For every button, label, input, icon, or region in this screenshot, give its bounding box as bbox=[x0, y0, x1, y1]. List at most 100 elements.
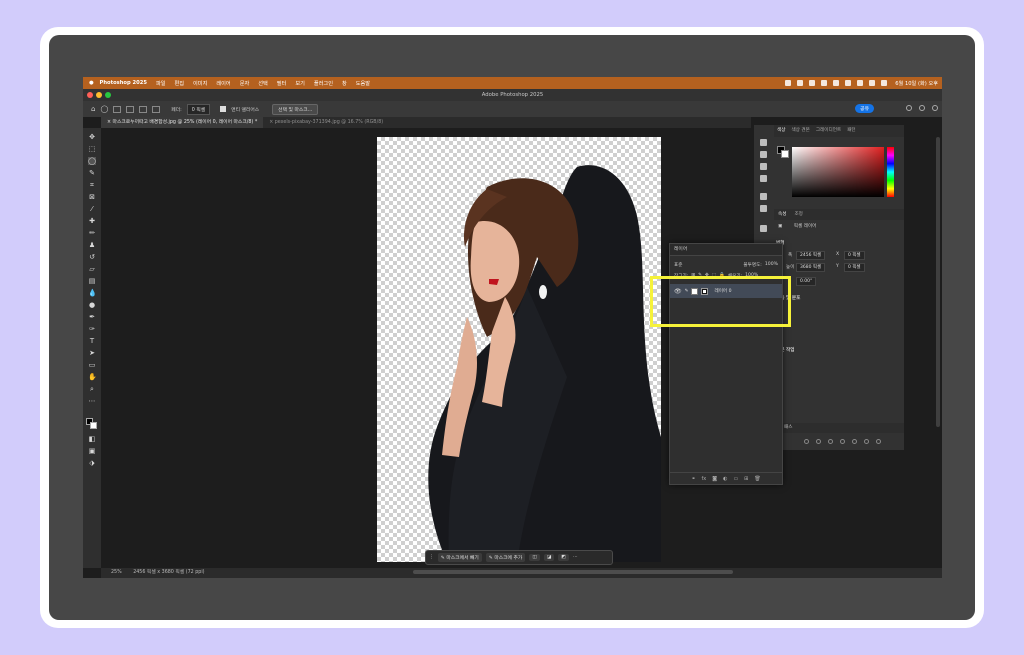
status-icon[interactable] bbox=[797, 80, 804, 86]
history-brush-tool-icon[interactable]: ↺ bbox=[88, 253, 96, 261]
fx-icon[interactable]: fx bbox=[701, 476, 706, 482]
feather-input[interactable]: 0 픽셀 bbox=[186, 103, 211, 115]
object-select-tool-icon[interactable]: ✎ bbox=[88, 169, 96, 177]
control-center-icon[interactable] bbox=[881, 80, 888, 86]
subtract-selection-icon[interactable] bbox=[139, 105, 148, 113]
menu-select[interactable]: 선택 bbox=[258, 80, 268, 87]
share-button[interactable]: 공유 bbox=[855, 104, 874, 113]
height-input[interactable]: 3680 픽셀 bbox=[796, 263, 826, 272]
brush-tool-icon[interactable]: ✏ bbox=[88, 229, 96, 237]
lasso-tool-icon[interactable]: ◯ bbox=[88, 157, 96, 165]
path-select-tool-icon[interactable]: ➤ bbox=[88, 349, 96, 357]
status-icon[interactable] bbox=[821, 80, 828, 86]
volume-icon[interactable] bbox=[833, 80, 840, 86]
menu-window[interactable]: 창 bbox=[342, 80, 347, 87]
menu-type[interactable]: 문자 bbox=[240, 80, 250, 87]
layers-panel-title[interactable]: 레이어 bbox=[670, 244, 782, 256]
fill-path-icon[interactable] bbox=[804, 439, 809, 444]
select-and-mask-button[interactable]: 선택 및 마스크... bbox=[272, 103, 319, 115]
pen-tool-alt-icon[interactable]: ✑ bbox=[88, 325, 96, 333]
add-selection-icon[interactable] bbox=[126, 105, 135, 113]
width-input[interactable]: 2456 픽셀 bbox=[796, 251, 826, 260]
home-icon[interactable]: ⌂ bbox=[91, 105, 95, 113]
hue-slider[interactable] bbox=[887, 147, 894, 197]
shape-tool-icon[interactable]: ▭ bbox=[88, 361, 96, 369]
gradient-tool-icon[interactable]: ▤ bbox=[88, 277, 96, 285]
background-color-swatch[interactable] bbox=[90, 422, 97, 429]
stamp-tool-icon[interactable]: ♟ bbox=[88, 241, 96, 249]
load-selection-icon[interactable] bbox=[828, 439, 833, 444]
bg-swatch[interactable] bbox=[781, 150, 789, 158]
blur-tool-icon[interactable]: 💧 bbox=[88, 289, 97, 297]
menu-app-name[interactable]: Photoshop 2025 bbox=[100, 80, 147, 86]
new-path-icon[interactable] bbox=[864, 439, 869, 444]
workspace-icon[interactable] bbox=[932, 105, 938, 111]
color-picker-field[interactable] bbox=[792, 147, 884, 197]
new-selection-icon[interactable] bbox=[113, 105, 122, 113]
healing-tool-icon[interactable]: ✚ bbox=[88, 217, 96, 225]
menu-help[interactable]: 도움말 bbox=[356, 80, 370, 87]
menu-plugins[interactable]: 플러그인 bbox=[314, 80, 333, 87]
blend-mode-select[interactable]: 표준 bbox=[674, 262, 740, 268]
libraries-icon[interactable] bbox=[760, 163, 767, 170]
character-icon[interactable] bbox=[760, 193, 767, 200]
tab-swatches[interactable]: 색상 견본 bbox=[791, 125, 809, 137]
document-info[interactable]: 2456 픽셀 x 3680 픽셀 (72 ppi) bbox=[133, 570, 204, 575]
opacity-input[interactable]: 100% bbox=[765, 262, 778, 267]
close-window-icon[interactable] bbox=[87, 92, 93, 98]
more-tools-icon[interactable]: ⋯ bbox=[88, 397, 96, 405]
stroke-path-icon[interactable] bbox=[816, 439, 821, 444]
pen-tool-icon[interactable]: ✒ bbox=[88, 313, 96, 321]
search-icon[interactable] bbox=[919, 105, 925, 111]
frame-tool-icon[interactable]: ⊠ bbox=[88, 193, 96, 201]
notifications-icon[interactable] bbox=[906, 105, 912, 111]
tab-document-1[interactable]: × 마스크로누끼따고 배경합성.jpg @ 25% (레이어 0, 레이어 마스… bbox=[101, 117, 264, 128]
zoom-tool-icon[interactable]: ⌕ bbox=[88, 385, 96, 393]
align-heading[interactable]: 맞춤 및 분포 bbox=[774, 295, 904, 301]
quick-mask-icon[interactable]: ◧ bbox=[88, 435, 96, 443]
tab-paths[interactable]: 패스 bbox=[784, 425, 792, 430]
bluetooth-icon[interactable] bbox=[845, 80, 852, 86]
invert-mask-icon[interactable]: ◫ bbox=[529, 554, 540, 561]
glyphs-icon[interactable] bbox=[760, 225, 767, 232]
zoom-level[interactable]: 25% bbox=[111, 570, 122, 575]
tab-color[interactable]: 색상 bbox=[777, 125, 785, 137]
play-icon[interactable] bbox=[760, 151, 767, 158]
hand-tool-icon[interactable]: ✋ bbox=[88, 373, 97, 381]
menu-file[interactable]: 파일 bbox=[156, 80, 166, 87]
horizontal-scrollbar[interactable] bbox=[413, 570, 733, 574]
crop-tool-icon[interactable]: ⌗ bbox=[88, 181, 96, 189]
group-folder-icon[interactable]: ▭ bbox=[733, 476, 738, 482]
document-canvas[interactable] bbox=[377, 137, 661, 562]
tab-properties[interactable]: 속성 bbox=[778, 209, 786, 220]
tab-adjustments[interactable]: 조정 bbox=[794, 209, 802, 220]
tab-patterns[interactable]: 패턴 bbox=[847, 125, 855, 137]
transform-heading[interactable]: 변형 bbox=[774, 240, 904, 246]
x-input[interactable]: 0 픽셀 bbox=[844, 251, 865, 260]
menu-image[interactable]: 이미지 bbox=[193, 80, 207, 87]
quick-actions-heading[interactable]: 빠른 작업 bbox=[774, 347, 904, 353]
link-layers-icon[interactable]: ⚭ bbox=[691, 476, 695, 482]
marquee-tool-icon[interactable]: ⬚ bbox=[88, 145, 96, 153]
new-layer-icon[interactable]: ⊞ bbox=[744, 476, 748, 482]
menu-view[interactable]: 보기 bbox=[295, 80, 305, 87]
paragraph-icon[interactable] bbox=[760, 205, 767, 212]
status-icon[interactable] bbox=[785, 80, 792, 86]
tab-gradients[interactable]: 그레이디언트 bbox=[816, 125, 841, 137]
trash-icon[interactable]: 🗑 bbox=[754, 476, 760, 482]
zoom-window-icon[interactable] bbox=[105, 92, 111, 98]
subtract-from-mask-button[interactable]: ✎ 마스크에서 빼기 bbox=[437, 553, 482, 562]
comments-icon[interactable] bbox=[760, 175, 767, 182]
refine-mask-icon[interactable]: ◪ bbox=[543, 554, 555, 561]
menu-edit[interactable]: 편집 bbox=[174, 80, 184, 87]
menubar-clock[interactable]: 6월 10일 (화) 오후 bbox=[895, 80, 938, 87]
add-mask-icon[interactable] bbox=[852, 439, 857, 444]
angle-input[interactable]: 0.00° bbox=[796, 277, 817, 286]
intersect-selection-icon[interactable] bbox=[152, 105, 161, 113]
tab-document-2[interactable]: × pexels-pixabay-371394.jpg @ 16.7% (RGB… bbox=[263, 117, 389, 128]
eyedropper-tool-icon[interactable]: ⁄ bbox=[88, 205, 96, 213]
add-to-mask-button[interactable]: ✎ 마스크에 추가 bbox=[485, 553, 526, 562]
delete-path-icon[interactable] bbox=[876, 439, 881, 444]
apple-icon[interactable]: ● bbox=[89, 80, 94, 86]
battery-icon[interactable] bbox=[857, 80, 864, 86]
